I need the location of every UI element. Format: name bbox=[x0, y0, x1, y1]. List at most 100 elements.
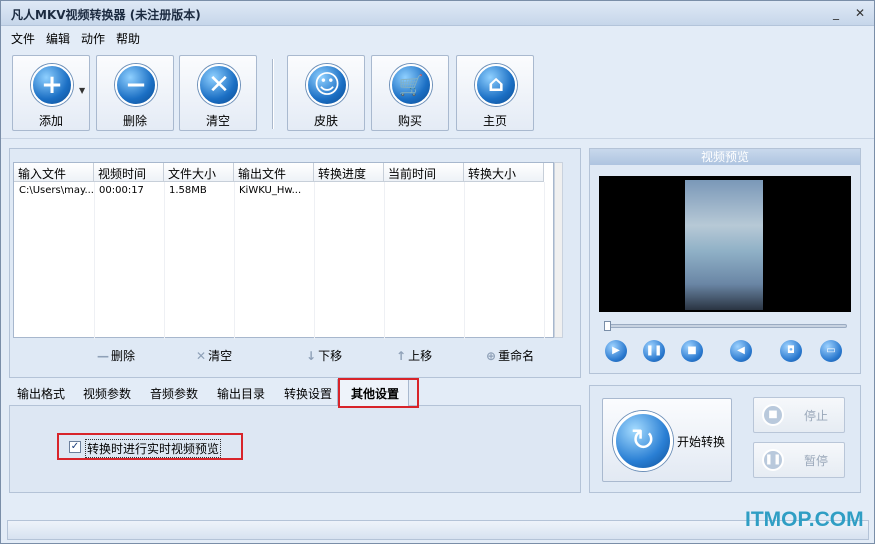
list-clear-label: 清空 bbox=[208, 349, 233, 363]
app-window: 凡人MKV视频转换器 (未注册版本) _ ✕ 文件 编辑 动作 帮助 + ▼ 添… bbox=[0, 0, 875, 544]
stop-icon: ■ bbox=[762, 404, 784, 426]
file-list-panel: 输入文件 视频时间 文件大小 输出文件 转换进度 当前时间 转换大小 C:\Us… bbox=[9, 148, 581, 378]
cell-input: C:\Users\may... bbox=[19, 185, 94, 196]
add-button[interactable]: + ▼ 添加 bbox=[12, 55, 90, 131]
close-button[interactable]: ✕ bbox=[853, 6, 867, 20]
skin-button[interactable]: ☺ 皮肤 bbox=[287, 55, 365, 131]
cell-converted-size bbox=[464, 184, 544, 200]
pause-button[interactable]: ❚❚ 暂停 bbox=[753, 442, 845, 478]
move-down-label: 下移 bbox=[318, 349, 343, 363]
pause-icon[interactable]: ❚❚ bbox=[643, 340, 665, 362]
skin-label: 皮肤 bbox=[313, 114, 338, 128]
home-label: 主页 bbox=[482, 114, 507, 128]
column-divider bbox=[464, 182, 465, 339]
tab-output-directory[interactable]: 输出目录 bbox=[217, 385, 265, 402]
move-down-button[interactable]: ↓ 下移 bbox=[306, 347, 342, 364]
column-header-output[interactable]: 输出文件 bbox=[234, 163, 314, 182]
camera-icon[interactable]: ◘ bbox=[780, 340, 802, 362]
file-table[interactable]: 输入文件 视频时间 文件大小 输出文件 转换进度 当前时间 转换大小 C:\Us… bbox=[13, 162, 554, 339]
pause-label: 暂停 bbox=[804, 454, 829, 468]
column-divider bbox=[544, 182, 545, 339]
tab-convert-settings[interactable]: 转换设置 bbox=[284, 385, 332, 402]
menu-file[interactable]: 文件 bbox=[11, 30, 35, 47]
cell-output: KiWKU_Hw... bbox=[239, 185, 302, 196]
stop-icon[interactable]: ■ bbox=[681, 340, 703, 362]
menu-edit[interactable]: 编辑 bbox=[46, 30, 70, 47]
column-divider bbox=[94, 182, 95, 339]
volume-icon[interactable]: ◀ bbox=[730, 340, 752, 362]
home-button[interactable]: ⌂ 主页 bbox=[456, 55, 534, 131]
column-header-converted-size[interactable]: 转换大小 bbox=[464, 163, 544, 182]
tab-audio-params[interactable]: 音频参数 bbox=[150, 385, 198, 402]
column-header-current-time[interactable]: 当前时间 bbox=[384, 163, 464, 182]
column-divider bbox=[234, 182, 235, 339]
tab-video-params[interactable]: 视频参数 bbox=[83, 385, 131, 402]
home-icon: ⌂ bbox=[475, 64, 517, 106]
settings-tabs: 输出格式 视频参数 音频参数 输出目录 转换设置 其他设置 bbox=[9, 379, 581, 405]
menu-bar: 文件 编辑 动作 帮助 bbox=[1, 27, 874, 49]
cell-progress bbox=[314, 184, 384, 200]
play-icon[interactable]: ▶ bbox=[605, 340, 627, 362]
video-preview-panel: 视频预览 ▶ ❚❚ ■ ◀ ◘ ▭ bbox=[589, 148, 861, 374]
cart-icon: 🛒 bbox=[390, 64, 432, 106]
column-divider bbox=[164, 182, 165, 339]
arrow-up-icon: ↑ bbox=[396, 349, 407, 363]
buy-button[interactable]: 🛒 购买 bbox=[371, 55, 449, 131]
start-convert-label: 开始转换 bbox=[677, 435, 726, 449]
list-delete-button[interactable]: — 删除 bbox=[97, 347, 135, 364]
window-title: 凡人MKV视频转换器 (未注册版本) bbox=[11, 8, 201, 22]
column-header-size[interactable]: 文件大小 bbox=[164, 163, 234, 182]
refresh-arrow-icon: ↻ bbox=[613, 411, 673, 471]
clear-label: 清空 bbox=[205, 114, 230, 128]
rename-button[interactable]: ⊕ 重命名 bbox=[486, 347, 534, 364]
cell-current-time bbox=[384, 184, 464, 200]
clear-button[interactable]: ✕ 清空 bbox=[179, 55, 257, 131]
stop-button[interactable]: ■ 停止 bbox=[753, 397, 845, 433]
plus-icon: + bbox=[31, 64, 73, 106]
seek-handle[interactable] bbox=[604, 321, 611, 331]
video-screen bbox=[599, 176, 851, 312]
smiley-icon: ☺ bbox=[306, 64, 348, 106]
video-frame-image bbox=[685, 180, 763, 310]
stop-label: 停止 bbox=[804, 409, 829, 423]
move-up-label: 上移 bbox=[408, 349, 433, 363]
minimize-button[interactable]: _ bbox=[829, 6, 843, 20]
pause-icon: ❚❚ bbox=[762, 449, 784, 471]
delete-label: 删除 bbox=[122, 114, 147, 128]
list-delete-label: 删除 bbox=[111, 349, 136, 363]
minus-icon: — bbox=[97, 349, 109, 363]
seek-bar[interactable] bbox=[605, 324, 847, 328]
toolbar: + ▼ 添加 − 删除 ✕ 清空 ☺ 皮肤 🛒 购买 ⌂ 主页 bbox=[1, 49, 874, 139]
highlight-box bbox=[338, 378, 419, 408]
cell-size: 1.58MB bbox=[169, 185, 207, 196]
column-header-duration[interactable]: 视频时间 bbox=[94, 163, 164, 182]
title-bar: 凡人MKV视频转换器 (未注册版本) _ ✕ bbox=[1, 1, 874, 26]
minus-icon: − bbox=[115, 64, 157, 106]
buy-label: 购买 bbox=[397, 114, 422, 128]
cell-duration: 00:00:17 bbox=[99, 185, 144, 196]
status-bar bbox=[7, 520, 869, 540]
chevron-down-icon[interactable]: ▼ bbox=[79, 86, 85, 95]
column-divider bbox=[384, 182, 385, 339]
list-clear-button[interactable]: ✕ 清空 bbox=[196, 347, 232, 364]
column-header-input[interactable]: 输入文件 bbox=[14, 163, 94, 182]
toolbar-divider bbox=[272, 59, 274, 129]
highlight-box bbox=[57, 433, 243, 460]
rename-label: 重命名 bbox=[498, 349, 535, 363]
folder-icon[interactable]: ▭ bbox=[820, 340, 842, 362]
column-divider bbox=[314, 182, 315, 339]
tab-output-format[interactable]: 输出格式 bbox=[17, 385, 65, 402]
arrow-down-icon: ↓ bbox=[306, 349, 317, 363]
menu-action[interactable]: 动作 bbox=[81, 30, 105, 47]
vertical-scrollbar[interactable] bbox=[554, 162, 563, 338]
menu-help[interactable]: 帮助 bbox=[116, 30, 140, 47]
close-icon: ✕ bbox=[198, 64, 240, 106]
start-convert-button[interactable]: ↻ 开始转换 bbox=[602, 398, 732, 482]
close-icon: ✕ bbox=[196, 349, 207, 363]
move-up-button[interactable]: ↑ 上移 bbox=[396, 347, 432, 364]
crosshair-icon: ⊕ bbox=[486, 349, 497, 363]
column-header-progress[interactable]: 转换进度 bbox=[314, 163, 384, 182]
watermark-text: ITMOP.COM bbox=[745, 508, 864, 531]
preview-title: 视频预览 bbox=[590, 149, 860, 165]
delete-button[interactable]: − 删除 bbox=[96, 55, 174, 131]
